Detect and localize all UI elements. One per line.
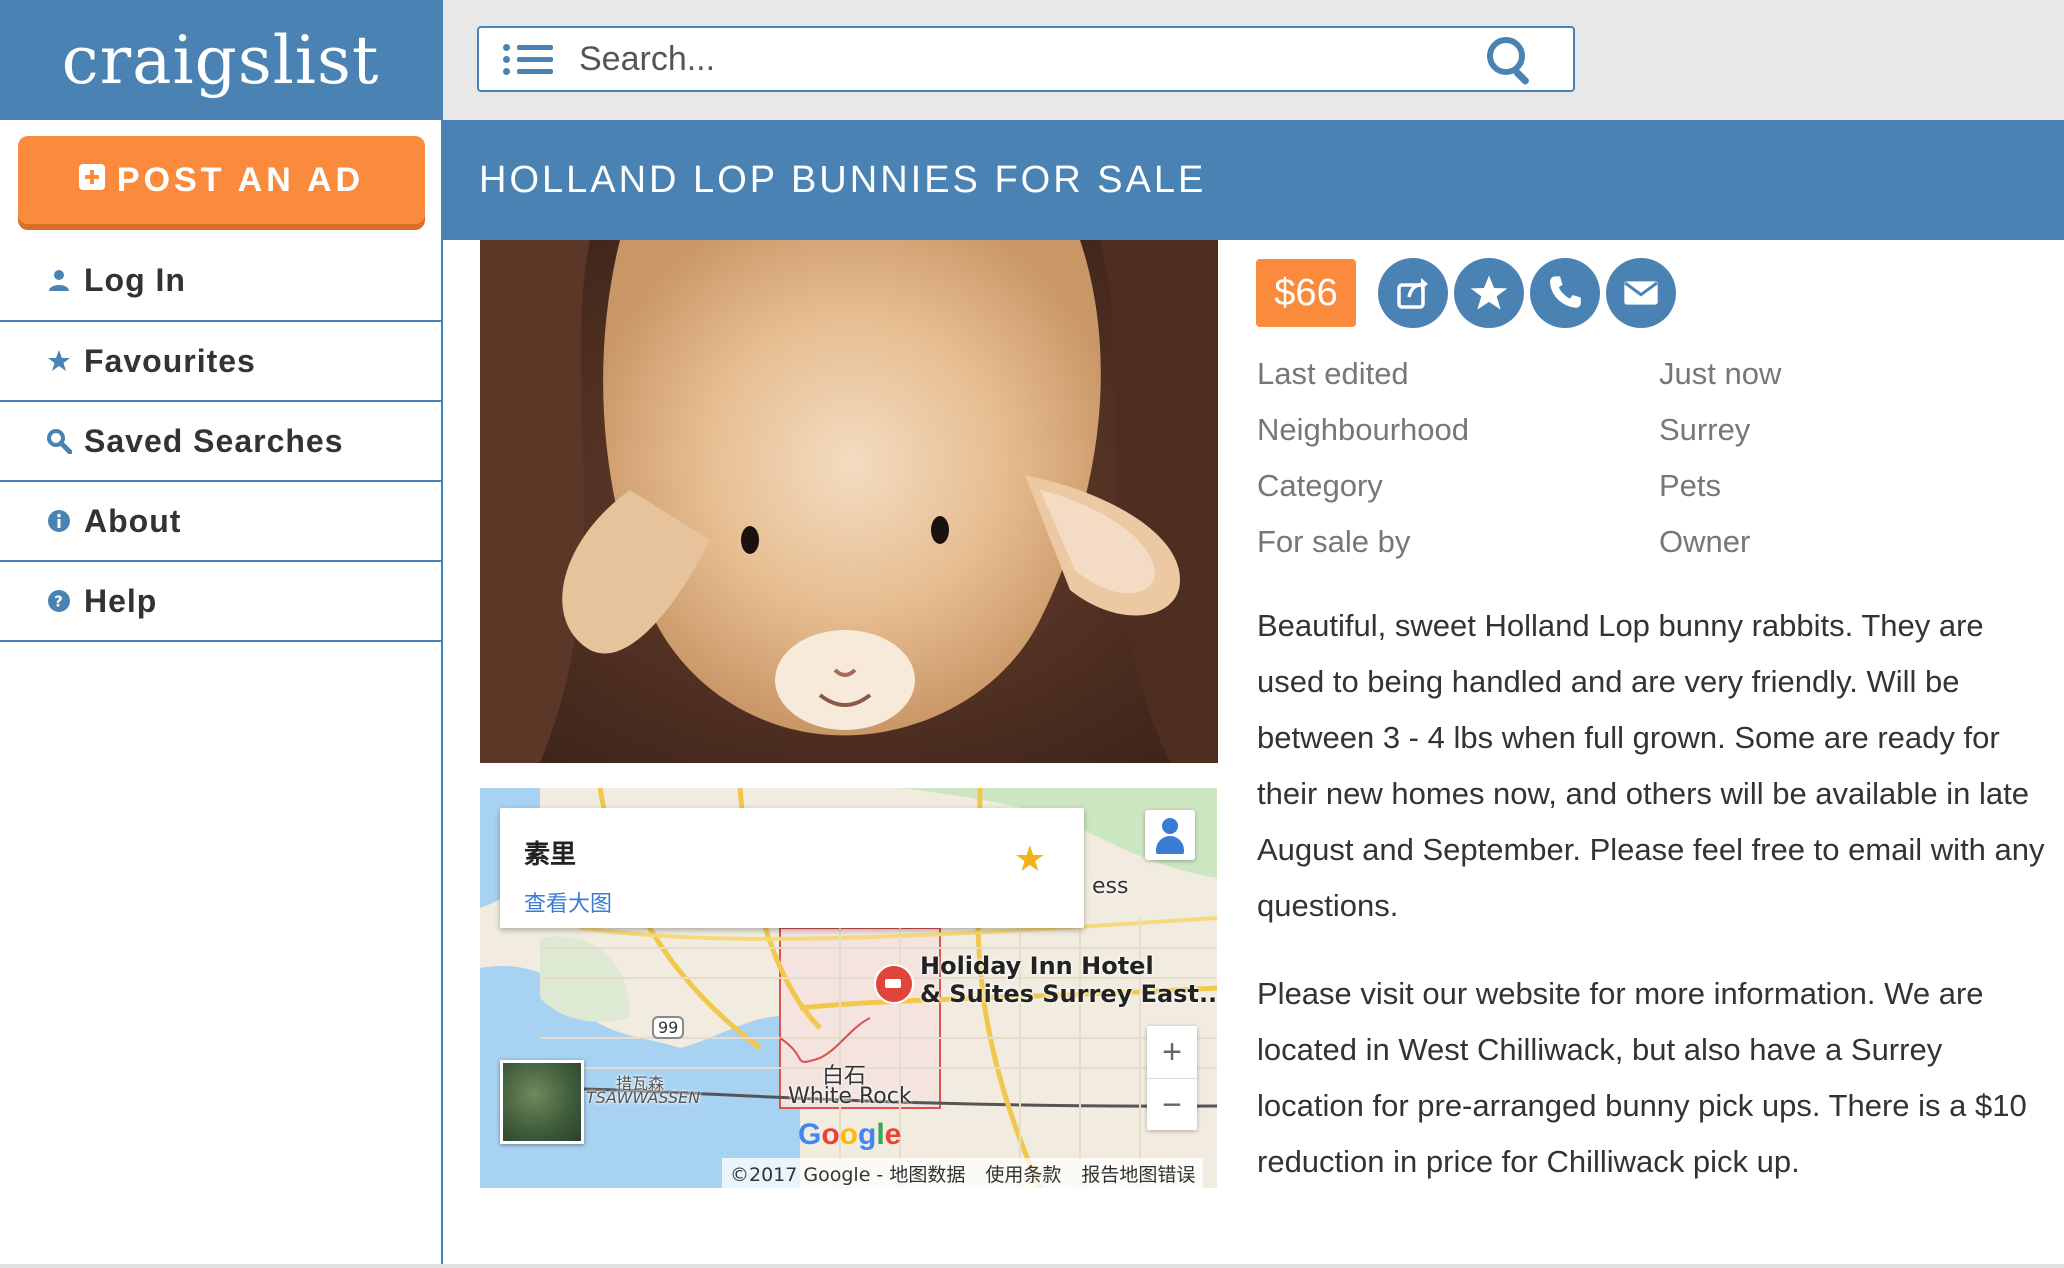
sidebar-item-saved-searches[interactable]: Saved Searches bbox=[0, 402, 441, 482]
phone-icon bbox=[1549, 276, 1581, 308]
save-place-star-icon[interactable]: ★ bbox=[1014, 838, 1046, 880]
post-ad-button[interactable]: POST AN AD bbox=[18, 136, 425, 224]
zoom-controls: + − bbox=[1147, 1026, 1197, 1130]
user-icon bbox=[46, 267, 72, 293]
search-input[interactable] bbox=[577, 38, 1485, 80]
top-bar bbox=[443, 0, 2064, 120]
location-map[interactable]: 素里 查看大图 ★ ess Holiday Inn Hotel & Suites… bbox=[480, 788, 1217, 1188]
listing-title-bar: HOLLAND LOP BUNNIES FOR SALE bbox=[443, 120, 2064, 240]
zoom-out-button[interactable]: − bbox=[1147, 1078, 1197, 1131]
sidebar-item-log-in[interactable]: Log In bbox=[0, 240, 441, 322]
satellite-toggle[interactable] bbox=[500, 1060, 584, 1144]
listing-details: Last edited Just now Neighbourhood Surre… bbox=[1257, 346, 2037, 570]
sidebar: craigslist POST AN AD Log In Favourites … bbox=[0, 0, 443, 1268]
svg-text:?: ? bbox=[54, 593, 64, 611]
listing-title: HOLLAND LOP BUNNIES FOR SALE bbox=[479, 158, 1207, 201]
description-paragraph: Beautiful, sweet Holland Lop bunny rabbi… bbox=[1257, 608, 2045, 923]
detail-label: Last edited bbox=[1257, 356, 1409, 391]
detail-label: Neighbourhood bbox=[1257, 412, 1470, 447]
magnifier-icon bbox=[46, 428, 72, 454]
map-attribution: ©2017 Google - 地图数据 使用条款 报告地图错误 bbox=[722, 1158, 1204, 1188]
detail-value: Surrey bbox=[1659, 412, 1751, 447]
star-icon bbox=[1470, 275, 1508, 310]
map-place-card: 素里 查看大图 ★ bbox=[500, 808, 1084, 928]
detail-label: Category bbox=[1257, 468, 1383, 503]
sidebar-item-label: Log In bbox=[84, 261, 186, 298]
bunny-image bbox=[480, 240, 1218, 763]
listing-photo[interactable] bbox=[480, 240, 1218, 763]
post-ad-label: POST AN AD bbox=[116, 160, 365, 199]
sidebar-item-label: About bbox=[84, 502, 182, 539]
map-label-partial: ess bbox=[1092, 874, 1129, 899]
logo-bar: craigslist bbox=[0, 0, 441, 120]
map-copyright: ©2017 Google - 地图数据 bbox=[730, 1163, 966, 1186]
detail-value: Just now bbox=[1659, 356, 1782, 391]
sidebar-item-label: Saved Searches bbox=[84, 422, 344, 459]
sidebar-item-label: Help bbox=[84, 582, 158, 619]
view-larger-map-link[interactable]: 查看大图 bbox=[524, 886, 612, 918]
map-label-white-rock: White Rock bbox=[788, 1084, 912, 1109]
share-icon bbox=[1397, 278, 1428, 309]
help-icon: ? bbox=[46, 588, 72, 614]
search-box bbox=[477, 26, 1575, 92]
street-view-pegman-icon[interactable] bbox=[1145, 810, 1195, 860]
listing-actions: $66 bbox=[1256, 258, 1676, 328]
search-icon[interactable] bbox=[1485, 35, 1533, 86]
detail-row-neighbourhood: Neighbourhood Surrey bbox=[1257, 402, 2037, 458]
listing-description: Beautiful, sweet Holland Lop bunny rabbi… bbox=[1257, 598, 2047, 1222]
hotel-marker-icon[interactable] bbox=[874, 964, 914, 1004]
map-place-name: 素里 bbox=[524, 840, 577, 870]
zoom-in-button[interactable]: + bbox=[1147, 1026, 1197, 1078]
craigslist-logo[interactable]: craigslist bbox=[62, 22, 380, 99]
add-post-icon bbox=[78, 164, 105, 190]
sidebar-nav: Log In Favourites Saved Searches About ?… bbox=[0, 240, 441, 642]
favourite-button[interactable] bbox=[1454, 258, 1524, 328]
detail-row-for-sale-by: For sale by Owner bbox=[1257, 514, 2037, 570]
sidebar-item-label: Favourites bbox=[84, 342, 256, 379]
map-terms-link[interactable]: 使用条款 bbox=[985, 1160, 1061, 1187]
report-map-error-link[interactable]: 报告地图错误 bbox=[1081, 1160, 1195, 1187]
list-menu-icon[interactable] bbox=[503, 43, 555, 75]
info-icon bbox=[46, 508, 72, 534]
map-label-tsawwassen: TSAWWASSEN bbox=[586, 1088, 701, 1107]
star-icon bbox=[46, 348, 72, 374]
detail-label: For sale by bbox=[1257, 524, 1411, 559]
google-logo: Google bbox=[798, 1118, 902, 1151]
detail-value: Pets bbox=[1659, 468, 1722, 503]
highway-99-shield: 99 bbox=[652, 1016, 685, 1039]
detail-value: Owner bbox=[1659, 524, 1751, 559]
detail-row-last-edited: Last edited Just now bbox=[1257, 346, 2037, 402]
call-button[interactable] bbox=[1530, 258, 1600, 328]
description-paragraph: Please visit our website for more inform… bbox=[1257, 976, 2027, 1179]
sidebar-item-about[interactable]: About bbox=[0, 482, 441, 562]
email-button[interactable] bbox=[1606, 258, 1676, 328]
hotel-label[interactable]: Holiday Inn Hotel & Suites Surrey East..… bbox=[920, 952, 1217, 1008]
sidebar-item-help[interactable]: ? Help bbox=[0, 562, 441, 642]
envelope-icon bbox=[1624, 281, 1658, 305]
share-button[interactable] bbox=[1378, 258, 1448, 328]
price-badge: $66 bbox=[1256, 259, 1356, 327]
detail-row-category: Category Pets bbox=[1257, 458, 2037, 514]
sidebar-item-favourites[interactable]: Favourites bbox=[0, 322, 441, 402]
page-bottom-divider bbox=[0, 1264, 2064, 1268]
